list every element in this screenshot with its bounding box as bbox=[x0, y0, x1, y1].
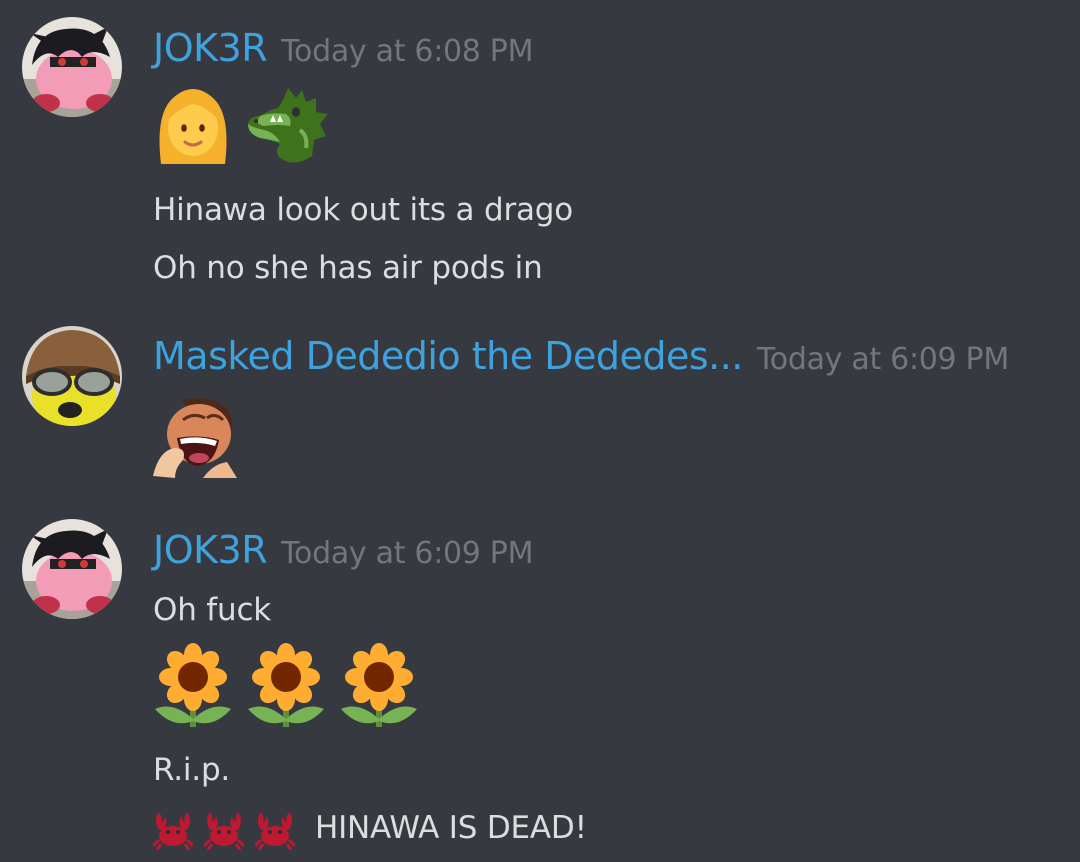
message-text: R.i.p. bbox=[153, 752, 231, 788]
sunflower-emoji bbox=[341, 643, 417, 727]
chat-messages: JOK3R Today at 6:08 PM Hinawa look out it… bbox=[0, 0, 1080, 862]
crab-emoji bbox=[204, 812, 244, 850]
message-text: Oh fuck bbox=[153, 592, 272, 628]
crab-emoji bbox=[255, 812, 295, 850]
sunflower-emoji bbox=[155, 643, 231, 727]
crab-emoji bbox=[153, 812, 193, 850]
sunflower-emoji bbox=[248, 643, 324, 727]
kirby-joker-avatar-icon bbox=[22, 519, 122, 619]
message-group: JOK3R Today at 6:09 PM Oh fuck R.i.p. HI… bbox=[0, 0, 1080, 862]
avatar[interactable] bbox=[22, 519, 122, 619]
username[interactable]: JOK3R bbox=[153, 528, 268, 572]
message-text: HINAWA IS DEAD! bbox=[315, 810, 587, 846]
timestamp: Today at 6:09 PM bbox=[281, 536, 534, 571]
